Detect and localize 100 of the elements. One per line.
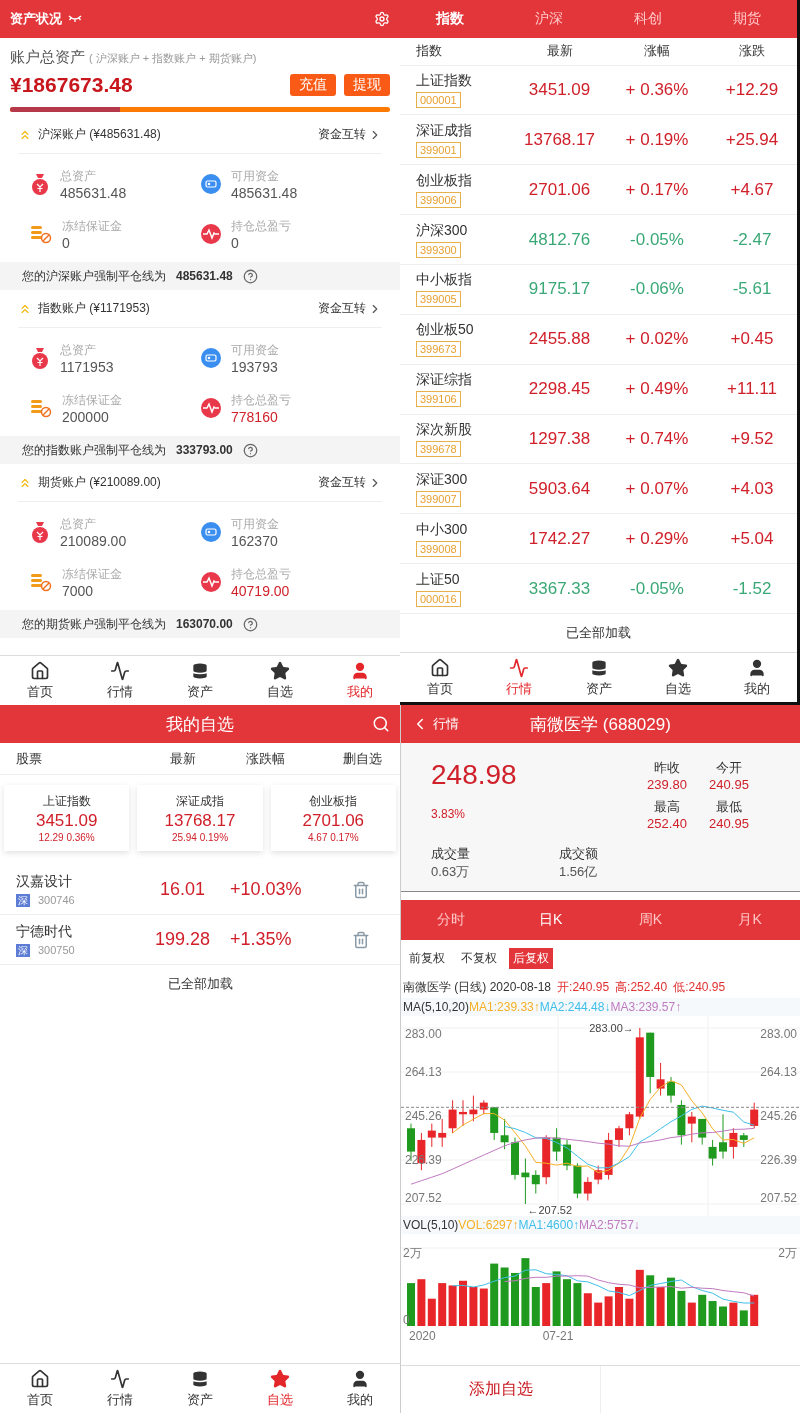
index-change: 25.94 0.19% xyxy=(171,832,229,843)
nav-tab[interactable]: 资产 xyxy=(160,1364,240,1413)
star-icon xyxy=(270,1368,290,1389)
force-line-value: 333793.00 xyxy=(176,443,233,457)
index-name: 创业板指 xyxy=(309,793,358,810)
index-code: 399300 xyxy=(416,241,461,258)
nav-tab[interactable]: 行情 xyxy=(80,1364,160,1413)
settings-icon[interactable] xyxy=(374,11,390,27)
stock-price: 199.28 xyxy=(153,929,212,950)
index-card[interactable]: 上证指数 3451.09 12.29 0.36% xyxy=(4,785,130,851)
index-price: 3451.09 xyxy=(35,811,98,831)
legend-item: VOL(5,10) xyxy=(403,1218,459,1232)
price-cell-text: 1297.38 xyxy=(527,428,592,449)
index-row[interactable]: 深证综指 399106 2298.45 + 0.49% +11.11 xyxy=(400,364,797,415)
help-icon[interactable] xyxy=(242,442,258,458)
adjust-tab[interactable]: 后复权 xyxy=(509,948,553,969)
stock-row[interactable]: 汉嘉设计 深 300746 16.01 +10.03% xyxy=(0,865,400,915)
period-tab[interactable]: 日K xyxy=(500,900,601,940)
stat-value: 0 xyxy=(231,234,240,251)
change-cell-text: -5.61 xyxy=(731,279,773,300)
nav-tab[interactable]: 自选 xyxy=(240,1364,320,1413)
index-row[interactable]: 深次新股 399678 1297.38 + 0.74% +9.52 xyxy=(400,414,797,465)
transfer-link[interactable]: 资金互转 xyxy=(318,300,382,317)
nav-tab[interactable]: 资产 xyxy=(558,653,639,702)
market-tab[interactable]: 指数 xyxy=(400,0,500,38)
help-icon[interactable] xyxy=(242,616,258,632)
index-row[interactable]: 中小300 399008 1742.27 + 0.29% +5.04 xyxy=(400,514,797,565)
force-line-label: 您的指数账户强制平仓线为 xyxy=(22,441,166,459)
candle xyxy=(500,1118,509,1150)
index-code: 399005 xyxy=(416,291,461,308)
delete-icon[interactable] xyxy=(352,880,370,899)
index-row[interactable]: 深证成指 399001 13768.17 + 0.19% +25.94 xyxy=(400,115,797,166)
total-amount: ¥1867673.48 xyxy=(10,73,133,97)
index-row[interactable]: 创业板指 399006 2701.06 + 0.17% +4.67 xyxy=(400,165,797,216)
index-name: 深次新股 xyxy=(416,420,472,439)
nav-tab[interactable]: 首页 xyxy=(0,656,80,705)
stat-label: 成交量 xyxy=(431,845,471,863)
closed-eye-icon[interactable] xyxy=(68,15,82,23)
nav-tab[interactable]: 首页 xyxy=(400,653,480,702)
price-tick: 226.39 xyxy=(760,1153,797,1167)
index-code: 399001 xyxy=(416,141,461,158)
stat-label: 冻结保证金 xyxy=(62,217,122,235)
account-title: 指数账户 (¥1171953) xyxy=(38,300,150,317)
index-row[interactable]: 中小板指 399005 9175.17 -0.06% -5.61 xyxy=(400,264,797,315)
index-row[interactable]: 创业板50 399673 2455.88 + 0.02% +0.45 xyxy=(400,314,797,365)
index-row[interactable]: 上证50 000016 3367.33 -0.05% -1.52 xyxy=(400,564,797,614)
back-link[interactable]: 行情 xyxy=(411,715,459,733)
legend-item: MA3:239.57↑ xyxy=(610,1000,682,1014)
index-card[interactable]: 创业板指 2701.06 4.67 0.17% xyxy=(270,785,396,851)
stat-label: 持仓总盈亏 xyxy=(231,565,291,583)
transfer-link[interactable]: 资金互转 xyxy=(318,126,382,143)
nav-tab[interactable]: 首页 xyxy=(0,1364,80,1413)
stock-row[interactable]: 宁德时代 深 300750 199.28 +1.35% xyxy=(0,915,400,965)
stat-value: 210089.00 xyxy=(60,532,127,549)
stat-value: 40719.00 xyxy=(231,582,291,599)
price-cell-text: 3451.09 xyxy=(527,79,592,100)
index-card[interactable]: 深证成指 13768.17 25.94 0.19% xyxy=(137,785,263,851)
candle xyxy=(438,1118,447,1148)
nav-tab[interactable]: 自选 xyxy=(638,653,718,702)
stock-change: +10.03% xyxy=(230,879,303,900)
wallet-icon xyxy=(201,522,221,542)
stock-code: 300746 xyxy=(38,894,75,906)
nav-tab[interactable]: 我的 xyxy=(320,656,400,705)
price-cell-text: 2455.88 xyxy=(527,329,592,350)
index-row[interactable]: 沪深300 399300 4812.76 -0.05% -2.47 xyxy=(400,215,797,265)
transfer-link[interactable]: 资金互转 xyxy=(318,474,382,491)
adjust-tab[interactable]: 前复权 xyxy=(405,948,449,969)
index-change: 4.67 0.17% xyxy=(308,832,359,843)
open-price: 开:240.95 xyxy=(557,979,610,996)
chart-title: 南微医学 (日线) 2020-08-18 xyxy=(403,979,552,996)
nav-tab[interactable]: 我的 xyxy=(717,653,797,702)
index-row[interactable]: 深证300 399007 5903.64 + 0.07% +4.03 xyxy=(400,464,797,515)
change-cell-text: +25.94 xyxy=(724,129,780,150)
index-row[interactable]: 上证指数 000001 3451.09 + 0.36% +12.29 xyxy=(400,65,797,116)
adjust-tab[interactable]: 不复权 xyxy=(457,948,501,969)
nav-tab[interactable]: 行情 xyxy=(80,656,160,705)
stat-label: 总资产 xyxy=(60,167,97,185)
candle xyxy=(583,1176,592,1202)
stat-value: 1.56亿 xyxy=(559,863,599,881)
high-price: 高:252.40 xyxy=(615,979,668,996)
stat-value: 252.40 xyxy=(647,816,687,831)
help-icon[interactable] xyxy=(242,268,258,284)
star-icon xyxy=(270,660,290,681)
index-name: 上证50 xyxy=(416,570,460,589)
nav-tab[interactable]: 自选 xyxy=(240,656,320,705)
nav-tab[interactable]: 我的 xyxy=(320,1364,400,1413)
nav-tab[interactable]: 行情 xyxy=(479,653,559,702)
column-header: 涨跌幅 xyxy=(245,749,286,768)
index-code: 399007 xyxy=(416,490,461,507)
stat-value: 0 xyxy=(62,234,71,251)
nav-tab[interactable]: 资产 xyxy=(160,656,240,705)
percent-cell-text: + 0.49% xyxy=(624,379,690,400)
coin-stack-icon xyxy=(190,1368,210,1389)
candle xyxy=(750,1102,759,1129)
column-header: 涨幅 xyxy=(643,42,671,61)
legend-item: VOL:6297↑ xyxy=(458,1218,519,1232)
search-icon[interactable] xyxy=(372,715,390,733)
market-tag: 深 xyxy=(16,893,30,907)
delete-icon[interactable] xyxy=(352,930,370,949)
stat-label: 可用资金 xyxy=(231,341,279,359)
